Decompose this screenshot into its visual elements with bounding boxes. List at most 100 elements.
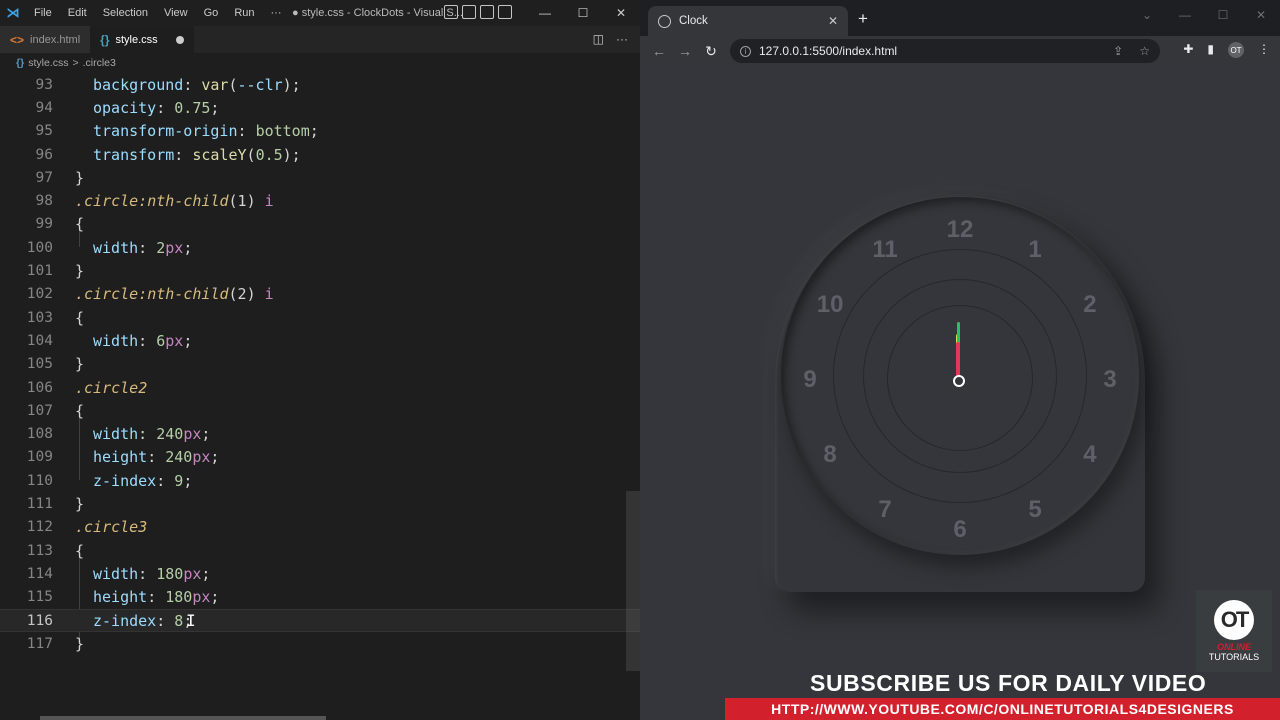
address-bar[interactable]: i 127.0.0.1:5500/index.html ⇪ ☆ bbox=[730, 39, 1160, 63]
toggle-sidebar-icon[interactable] bbox=[444, 5, 458, 19]
tab-style-css[interactable]: {} style.css bbox=[90, 26, 194, 53]
share-icon[interactable]: ⇪ bbox=[1113, 44, 1123, 58]
css-property: height bbox=[93, 588, 148, 607]
code-line: 98 .circle:nth-child(1) i bbox=[0, 190, 640, 213]
css-property: width bbox=[93, 425, 139, 444]
new-tab-icon[interactable]: + bbox=[858, 9, 868, 29]
back-icon[interactable]: ← bbox=[646, 43, 672, 59]
editor-tabs: <> index.html {} style.css ◫ ··· bbox=[0, 26, 640, 53]
menu-edit[interactable]: Edit bbox=[60, 7, 95, 19]
code-editor[interactable]: 93 background: var(--clr); 94 opacity: 0.7… bbox=[0, 73, 640, 720]
css-value: 6 bbox=[156, 331, 166, 350]
toggle-panel-icon[interactable] bbox=[462, 5, 476, 19]
maximize-icon[interactable]: ☐ bbox=[1204, 0, 1242, 30]
code-line: 115 height: 180px; bbox=[0, 586, 640, 609]
code-line: 102 .circle:nth-child(2) i bbox=[0, 283, 640, 306]
browser-tab[interactable]: Clock ✕ bbox=[648, 6, 848, 36]
maximize-icon[interactable]: ☐ bbox=[564, 0, 602, 26]
forward-icon[interactable]: → bbox=[672, 43, 698, 59]
minimize-icon[interactable]: — bbox=[1166, 0, 1204, 30]
vscode-titlebar: ⋊ File Edit Selection View Go Run ··· ● … bbox=[0, 0, 640, 26]
css-property: z-index bbox=[93, 611, 157, 630]
css-value: 240 bbox=[165, 448, 193, 467]
close-tab-icon[interactable]: ✕ bbox=[828, 14, 838, 28]
css-file-icon: {} bbox=[100, 32, 110, 47]
chevron-down-icon[interactable]: ⌄ bbox=[1128, 0, 1166, 30]
avatar[interactable]: OT bbox=[1228, 42, 1244, 58]
extensions-puzzle-icon[interactable]: ✚ bbox=[1183, 42, 1193, 58]
vertical-scrollbar[interactable] bbox=[626, 491, 640, 671]
css-property: z-index bbox=[93, 471, 157, 490]
css-property: width bbox=[93, 564, 139, 583]
code-line: 95 transform-origin: bottom; bbox=[0, 120, 640, 143]
menu-selection[interactable]: Selection bbox=[95, 7, 156, 19]
menu-file[interactable]: File bbox=[26, 7, 60, 19]
bookmark-star-icon[interactable]: ☆ bbox=[1139, 44, 1150, 58]
breadcrumb-symbol[interactable]: .circle3 bbox=[83, 57, 116, 69]
close-window-icon[interactable]: ✕ bbox=[1242, 0, 1280, 30]
code-line: 117} bbox=[0, 632, 640, 655]
logo-line2: TUTORIALS bbox=[1208, 652, 1260, 662]
css-value: 0.5 bbox=[255, 145, 283, 164]
breadcrumb-file[interactable]: style.css bbox=[28, 57, 68, 69]
menu-view[interactable]: View bbox=[156, 7, 196, 19]
more-actions-icon[interactable]: ··· bbox=[616, 32, 628, 46]
unsaved-dot-icon[interactable] bbox=[175, 35, 184, 44]
code-line: 109 height: 240px; bbox=[0, 446, 640, 469]
menu-more[interactable]: ··· bbox=[263, 7, 290, 19]
code-line: 107{ bbox=[0, 399, 640, 422]
address-url: 127.0.0.1:5500/index.html bbox=[759, 44, 898, 58]
vscode-logo-icon: ⋊ bbox=[6, 5, 20, 20]
css-pseudo: :nth-child bbox=[138, 285, 229, 304]
line-number: 107 bbox=[26, 402, 53, 419]
html-file-icon: <> bbox=[10, 32, 25, 47]
customize-layout-icon[interactable] bbox=[498, 5, 512, 19]
line-number: 111 bbox=[26, 496, 53, 513]
css-function: var bbox=[201, 75, 229, 94]
toggle-secondary-sidebar-icon[interactable] bbox=[480, 5, 494, 19]
line-number: 110 bbox=[26, 472, 53, 489]
kebab-menu-icon[interactable]: ⋮ bbox=[1258, 42, 1270, 58]
line-number: 106 bbox=[26, 379, 53, 396]
clock-number-8: 8 bbox=[823, 441, 837, 468]
vscode-window: ⋊ File Edit Selection View Go Run ··· ● … bbox=[0, 0, 640, 720]
code-line: 105} bbox=[0, 353, 640, 376]
line-number: 108 bbox=[26, 426, 53, 443]
browser-toolbar: ← → ↻ i 127.0.0.1:5500/index.html ⇪ ☆ ✚ … bbox=[640, 36, 1280, 66]
split-editor-icon[interactable]: ◫ bbox=[593, 32, 604, 46]
breadcrumb-separator: > bbox=[72, 57, 79, 69]
css-selector: .circle2 bbox=[75, 378, 148, 397]
css-property: transform bbox=[93, 145, 175, 164]
extension-area: ✚ ▮ OT ⋮ bbox=[1183, 42, 1270, 58]
clock-number-9: 9 bbox=[803, 366, 817, 393]
css-value: 9 bbox=[174, 471, 184, 490]
code-line-current[interactable]: 116 z-index: 8; bbox=[0, 608, 640, 633]
side-panel-icon[interactable]: ▮ bbox=[1207, 42, 1214, 58]
code-line: 100 width: 2px; bbox=[0, 236, 640, 259]
css-value: 180 bbox=[156, 564, 184, 583]
tab-label: style.css bbox=[115, 33, 158, 46]
minimize-icon[interactable]: — bbox=[526, 0, 564, 26]
css-pseudo-arg: (1) bbox=[228, 192, 256, 211]
line-number: 112 bbox=[26, 519, 53, 536]
menu-go[interactable]: Go bbox=[196, 7, 227, 19]
channel-logo: OT ONLINE TUTORIALS bbox=[1196, 590, 1272, 672]
line-number: 97 bbox=[35, 169, 53, 186]
code-line: 111} bbox=[0, 492, 640, 515]
info-icon[interactable]: i bbox=[740, 45, 751, 57]
line-number: 94 bbox=[35, 99, 53, 116]
browser-window-controls: ⌄ — ☐ ✕ bbox=[1128, 0, 1280, 30]
css-value: 180 bbox=[165, 588, 193, 607]
css-unit: px bbox=[183, 425, 202, 444]
line-number: 100 bbox=[26, 239, 53, 256]
line-number: 105 bbox=[26, 356, 53, 373]
page-viewport: 12 1 2 3 4 5 6 7 8 9 10 11 OT ONLINE TUTORIALS SUBS… bbox=[640, 66, 1280, 720]
tab-index-html[interactable]: <> index.html bbox=[0, 26, 91, 53]
css-unit: px bbox=[165, 331, 184, 350]
horizontal-scrollbar[interactable] bbox=[40, 716, 326, 720]
reload-icon[interactable]: ↻ bbox=[698, 43, 724, 60]
close-window-icon[interactable]: ✕ bbox=[602, 0, 640, 26]
line-number: 117 bbox=[26, 635, 53, 652]
menu-run[interactable]: Run bbox=[226, 7, 262, 19]
css-unit: px bbox=[192, 448, 211, 467]
